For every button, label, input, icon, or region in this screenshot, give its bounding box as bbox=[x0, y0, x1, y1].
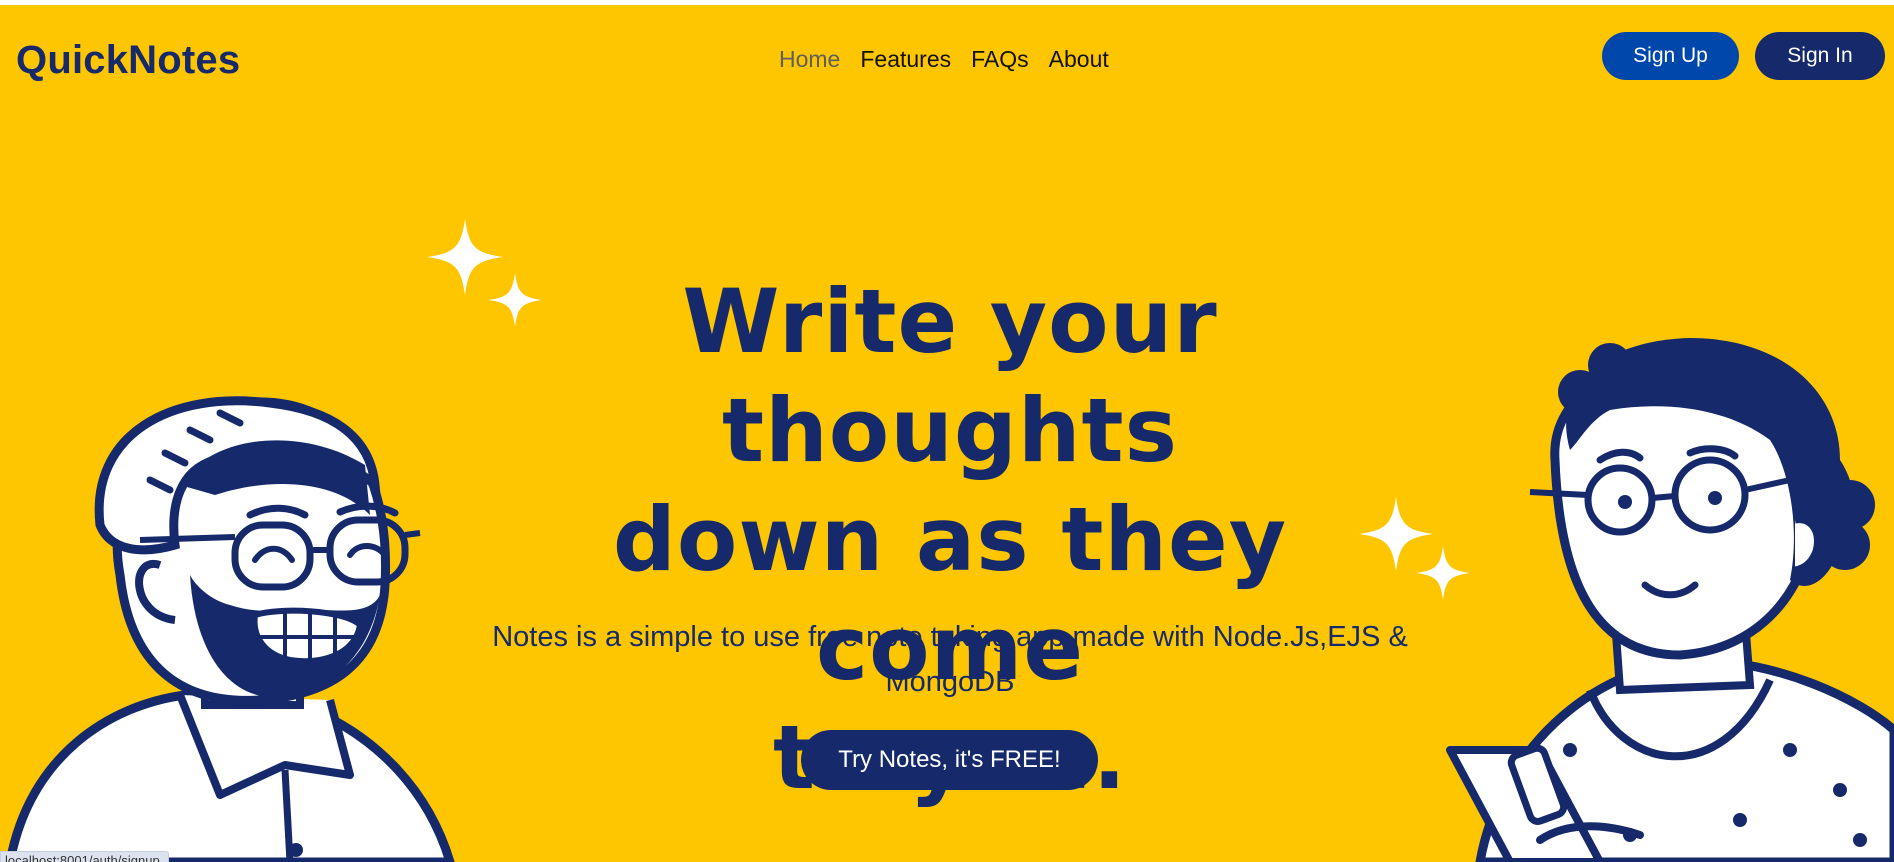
sign-up-button[interactable]: Sign Up bbox=[1602, 32, 1739, 80]
nav-home[interactable]: Home bbox=[779, 42, 840, 76]
main-nav: Home Features FAQs About bbox=[779, 42, 1129, 76]
nav-features[interactable]: Features bbox=[860, 42, 951, 76]
landing-page: QuickNotes Home Features FAQs About Sign… bbox=[0, 5, 1894, 862]
woman-with-phone-illustration bbox=[1446, 338, 1894, 862]
sign-in-button[interactable]: Sign In bbox=[1755, 32, 1885, 80]
nav-about[interactable]: About bbox=[1049, 42, 1109, 76]
nav-faqs[interactable]: FAQs bbox=[971, 42, 1029, 76]
headline-line: Write your thoughts bbox=[682, 270, 1218, 482]
try-notes-button[interactable]: Try Notes, it's FREE! bbox=[801, 730, 1098, 790]
hero-subtext: Notes is a simple to use free note takin… bbox=[492, 621, 1408, 698]
browser-status-url: localhost:8001/auth/signup bbox=[0, 851, 169, 862]
man-with-glasses-illustration bbox=[5, 396, 455, 862]
brand-logo[interactable]: QuickNotes bbox=[16, 37, 240, 83]
